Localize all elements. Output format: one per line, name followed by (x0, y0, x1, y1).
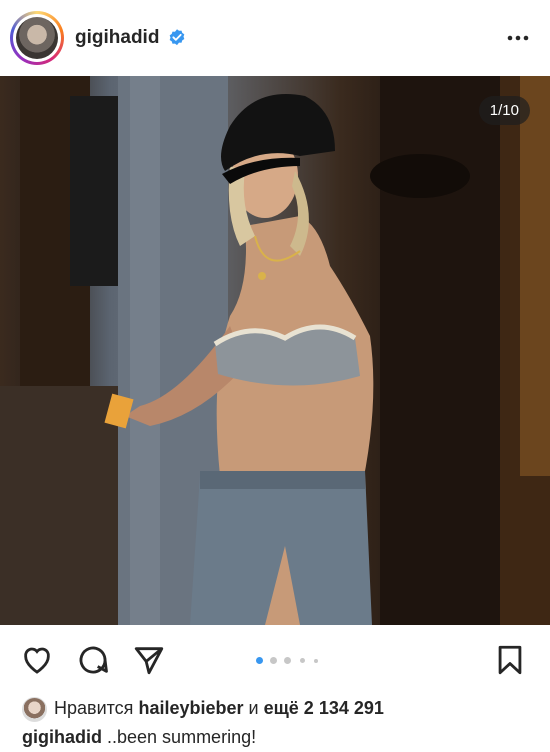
bookmark-icon[interactable] (493, 643, 527, 677)
action-bar (0, 625, 550, 695)
avatar-border (13, 14, 61, 62)
share-icon[interactable] (132, 643, 166, 677)
liker-username[interactable]: haileybieber (138, 698, 243, 718)
post-photo[interactable]: 1/10 (0, 76, 550, 625)
caption-text: ..been summering! (107, 727, 257, 747)
more-options-icon[interactable] (506, 28, 530, 48)
liker-avatar[interactable] (22, 697, 47, 722)
verified-badge-icon (169, 29, 185, 46)
likes-prefix: Нравится (54, 698, 134, 718)
carousel-dot (270, 657, 277, 664)
caption-username[interactable]: gigihadid (22, 727, 102, 747)
story-ring[interactable] (10, 11, 64, 65)
post-header: gigihadid (0, 0, 550, 76)
likes-row: Нравится haileybieber и ещё 2 134 291 (22, 697, 542, 722)
carousel-dot (314, 659, 318, 663)
username-link[interactable]: gigihadid (75, 27, 159, 49)
likes-conj: и (248, 698, 259, 718)
carousel-dot (284, 657, 291, 664)
carousel-dot-active (256, 657, 263, 664)
comment-icon[interactable] (76, 643, 110, 677)
image-counter-badge: 1/10 (478, 96, 530, 125)
likes-summary: Нравится haileybieber и ещё 2 134 291 (54, 698, 384, 719)
heart-icon[interactable] (20, 643, 54, 677)
avatar[interactable] (16, 17, 58, 59)
photo-illustration (0, 76, 550, 625)
likes-count[interactable]: ещё 2 134 291 (264, 698, 384, 718)
caption: gigihadid ..been summering! (22, 727, 256, 748)
carousel-dot (300, 658, 305, 663)
